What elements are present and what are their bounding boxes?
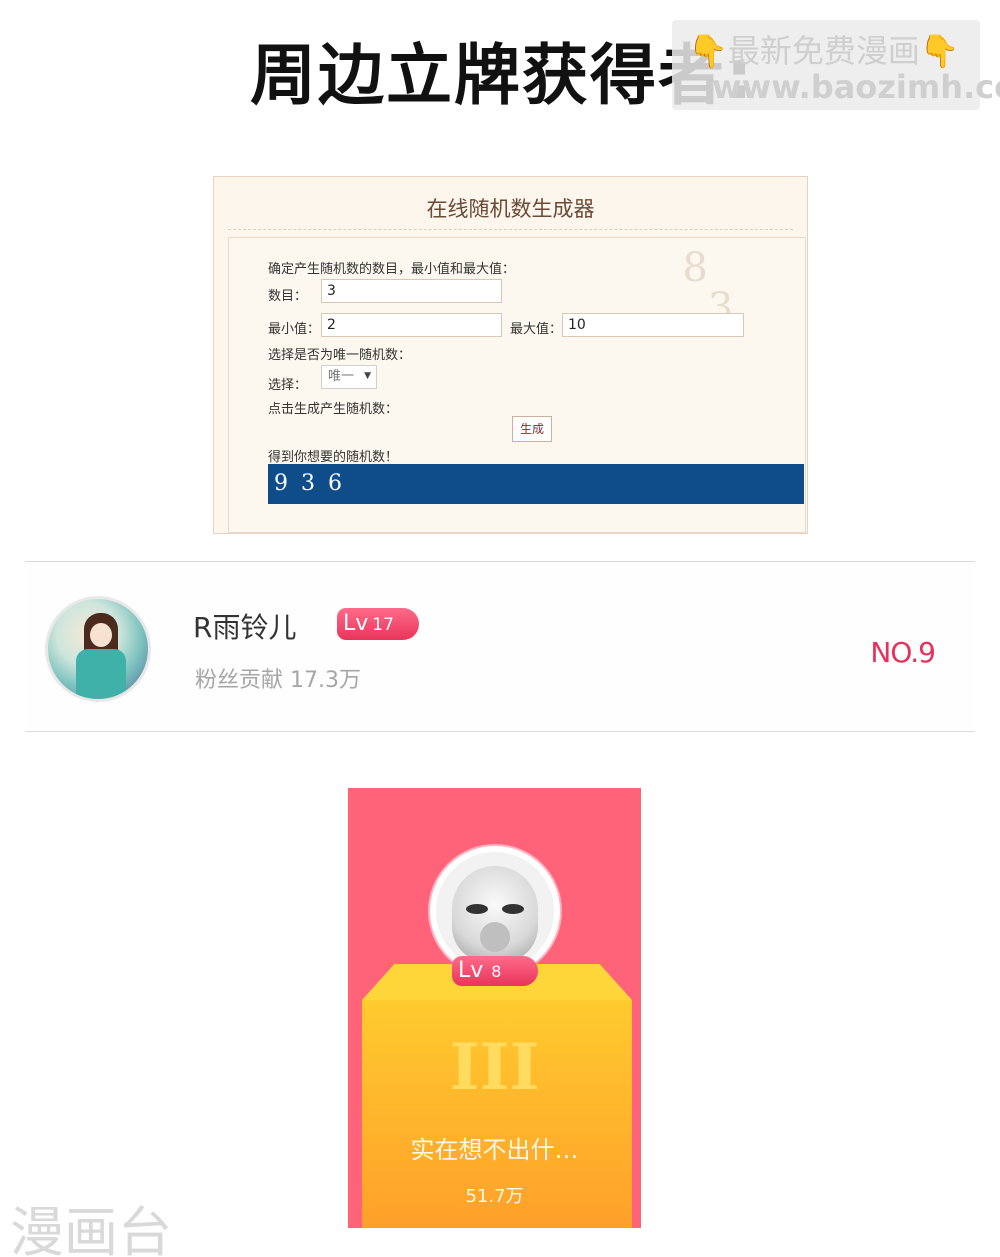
level-number: 17 (372, 615, 394, 635)
generator-form: 8 3 确定产生随机数的数目，最小值和最大值： 数目： 3 最小值： 2 最大值… (228, 237, 806, 533)
max-input[interactable]: 10 (562, 313, 744, 337)
pointing-hand-icon: 👇 (688, 32, 728, 70)
max-label: 最大值： (510, 322, 563, 337)
watermark-url: www.baozimh.com (712, 68, 1000, 106)
generator-title: 在线随机数生成器 (426, 197, 595, 221)
generate-prompt: 点击生成产生随机数： (268, 402, 399, 417)
count-label: 数目： (268, 289, 308, 304)
avatar[interactable] (45, 596, 151, 702)
random-generator-panel: 在线随机数生成器 8 3 确定产生随机数的数目，最小值和最大值： 数目： 3 最… (213, 176, 808, 534)
fan-rank-row[interactable]: R雨铃儿 Lv 17 粉丝贡献 17.3万 NO.9 (25, 562, 975, 732)
pointing-hand-icon: 👇 (919, 32, 960, 70)
title-divider (228, 229, 793, 230)
min-label: 最小值： (268, 322, 321, 337)
watermark-text: 最新免费漫画 (727, 32, 920, 70)
level-prefix: Lv (458, 958, 484, 983)
dropdown-arrow-icon: ▼ (364, 371, 371, 381)
site-watermark: 👇最新免费漫画👇 www.baozimh.com (672, 20, 1000, 110)
result-output: 9 3 6 (268, 464, 804, 504)
podium-card[interactable]: Lv 8 III 实在想不出什… 51.7万 (348, 788, 641, 1228)
select-value: 唯一 (328, 369, 355, 384)
rank-label: NO.9 (870, 636, 936, 669)
generate-button[interactable]: 生成 (512, 416, 552, 442)
fan-name[interactable]: R雨铃儿 (193, 606, 296, 646)
min-input[interactable]: 2 (321, 313, 502, 337)
level-badge: Lv 8 (452, 956, 538, 986)
level-badge: Lv 17 (337, 608, 419, 640)
instruction-text: 确定产生随机数的数目，最小值和最大值： (268, 262, 516, 277)
count-input[interactable]: 3 (321, 279, 502, 303)
level-number: 8 (491, 962, 502, 981)
card-user-name: 实在想不出什… (410, 1136, 579, 1164)
select-label: 选择： (268, 378, 308, 393)
brand-watermark: 漫画台 (10, 1201, 172, 1257)
level-prefix: Lv (343, 611, 369, 636)
unique-select[interactable]: 唯一 ▼ (321, 365, 377, 389)
unique-prompt: 选择是否为唯一随机数： (268, 348, 412, 363)
fan-contribution: 粉丝贡献 17.3万 (195, 668, 361, 693)
rank-numeral: III (449, 1030, 540, 1105)
result-label: 得到你想要的随机数！ (268, 450, 399, 465)
card-score: 51.7万 (465, 1186, 524, 1207)
numbers-decoration: 8 3 (657, 245, 734, 331)
